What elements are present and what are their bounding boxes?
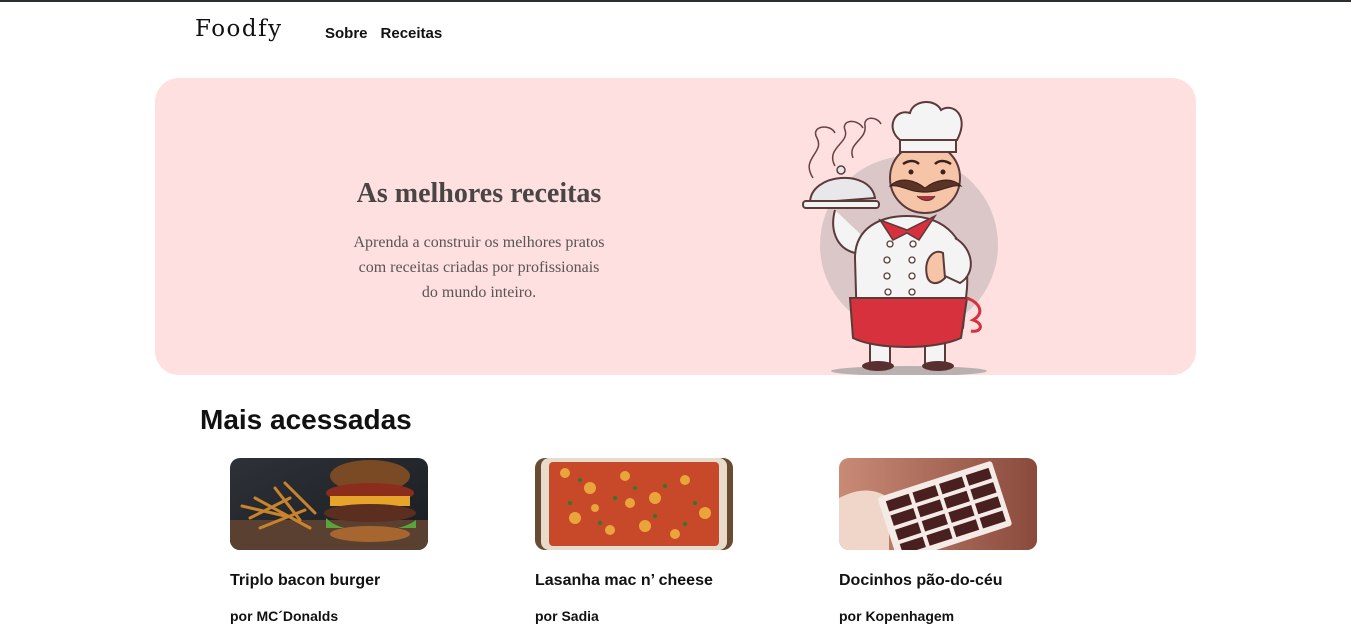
recipe-author: por Sadia xyxy=(535,608,599,624)
recipe-author: por Kopenhagem xyxy=(839,608,955,624)
chef-icon xyxy=(802,101,998,375)
main-nav: Sobre Receitas xyxy=(325,25,442,42)
hero-subtitle: Aprenda a construir os melhores pratos c… xyxy=(339,230,619,305)
recipe-title[interactable]: Docinhos pão-do-céu xyxy=(839,572,1003,590)
top-border xyxy=(0,0,1351,2)
hero-banner: As melhores receitas Aprenda a construir… xyxy=(155,78,1196,375)
section-title: Mais acessadas xyxy=(200,404,412,435)
recipe-card[interactable]: Docinhos pão-do-céu por Kopenhagem xyxy=(839,458,1037,624)
hero-title: As melhores receitas xyxy=(356,178,602,209)
recipe-author: por MC´Donalds xyxy=(230,608,339,624)
hero-subtitle-line: Aprenda a construir os melhores pratos xyxy=(353,234,605,251)
nav-link-receitas[interactable]: Receitas xyxy=(381,25,443,42)
chocolates-photo[interactable] xyxy=(839,458,1037,550)
hero-subtitle-line: com receitas criadas por profissionais xyxy=(358,259,600,276)
recipe-card[interactable]: Triplo bacon burger por MC´Donalds xyxy=(230,458,428,624)
recipe-title[interactable]: Triplo bacon burger xyxy=(230,572,380,590)
hero-subtitle-line: do mundo inteiro. xyxy=(421,284,537,301)
recipe-title[interactable]: Lasanha mac n’ cheese xyxy=(535,572,713,590)
lasagna-photo[interactable] xyxy=(535,458,733,550)
burger-photo[interactable] xyxy=(230,458,428,550)
site-logo[interactable]: Foodfy xyxy=(195,16,283,42)
nav-link-sobre[interactable]: Sobre xyxy=(325,25,368,42)
recipe-card[interactable]: Lasanha mac n’ cheese por Sadia xyxy=(535,458,733,624)
